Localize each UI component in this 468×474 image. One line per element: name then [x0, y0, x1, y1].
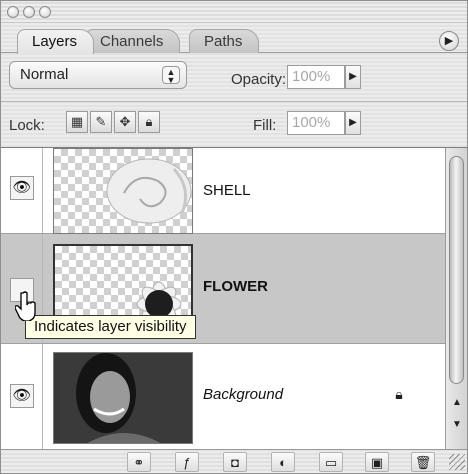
scroll-thumb[interactable]	[449, 156, 464, 384]
lock-row: Lock: ▦ ✎ ✥ 🔒︎ Fill: 100% ▶	[1, 105, 467, 145]
tab-layers[interactable]: Layers	[17, 29, 95, 54]
layer-thumbnail-background[interactable]	[53, 352, 193, 444]
layer-row-background[interactable]: 👁︎ Background 🔒︎	[1, 344, 445, 449]
portrait-image-icon	[54, 353, 192, 443]
layers-list: 👁︎ SHELL FLOWER 👁︎ Background 🔒︎	[1, 147, 445, 449]
trash-icon[interactable]: 🗑︎	[411, 452, 435, 472]
blend-mode-select[interactable]: Normal ▲ ▼	[9, 61, 187, 89]
title-bar	[1, 1, 467, 23]
layer-mask-icon[interactable]: ◘	[223, 452, 247, 472]
close-window-icon[interactable]	[7, 6, 19, 18]
scrollbar[interactable]: ▲ ▼	[445, 147, 467, 449]
tab-channels[interactable]: Channels	[85, 29, 181, 53]
tab-paths[interactable]: Paths	[189, 29, 260, 53]
new-layer-icon[interactable]: ▣	[365, 452, 389, 472]
divider	[1, 101, 467, 102]
bottom-toolbar: ⚭ ƒ ◘ ◐ ▭ ▣ 🗑︎	[1, 449, 467, 473]
tab-strip: Channels Paths Layers	[1, 23, 467, 54]
layer-thumbnail-shell[interactable]	[53, 148, 193, 234]
opacity-field[interactable]: 100%	[287, 65, 345, 89]
lock-label: Lock:	[9, 117, 45, 134]
tooltip: Indicates layer visibility	[25, 315, 196, 339]
lock-image-pixels-icon[interactable]: ✎	[90, 111, 112, 133]
link-layers-icon[interactable]: ⚭	[127, 452, 151, 472]
layer-style-icon[interactable]: ƒ	[175, 452, 199, 472]
fill-field[interactable]: 100%	[287, 111, 345, 135]
fill-label: Fill:	[253, 117, 277, 134]
visibility-cell[interactable]: 👁︎	[1, 148, 43, 233]
zoom-window-icon[interactable]	[39, 6, 51, 18]
lock-position-icon[interactable]: ✥	[114, 111, 136, 133]
layer-row-shell[interactable]: 👁︎ SHELL	[1, 148, 445, 234]
layer-name-shell[interactable]: SHELL	[203, 182, 251, 199]
layers-panel: Channels Paths Layers ▶ Normal ▲ ▼ Opacit…	[0, 0, 468, 474]
eye-icon[interactable]: 👁︎	[10, 176, 34, 200]
lock-all-icon[interactable]: 🔒︎	[138, 111, 160, 133]
scroll-down-arrow-icon[interactable]: ▼	[450, 418, 464, 432]
shell-image-icon	[106, 158, 192, 224]
layer-name-background[interactable]: Background	[203, 386, 283, 403]
visibility-cell[interactable]: 👁︎	[1, 344, 43, 449]
hand-cursor-icon	[15, 291, 36, 321]
scroll-up-arrow-icon[interactable]: ▲	[450, 396, 464, 410]
adjustment-layer-icon[interactable]: ◐	[271, 452, 295, 472]
minimize-window-icon[interactable]	[23, 6, 35, 18]
lock-icon: 🔒︎	[395, 386, 403, 402]
resize-grip-icon[interactable]	[449, 454, 465, 470]
up-down-arrows-icon: ▲ ▼	[162, 66, 180, 85]
lock-transparent-pixels-icon[interactable]: ▦	[66, 111, 88, 133]
layer-name-flower[interactable]: FLOWER	[203, 278, 268, 295]
opacity-slider-arrow-icon[interactable]: ▶	[345, 65, 361, 89]
fill-slider-arrow-icon[interactable]: ▶	[345, 111, 361, 135]
opacity-label: Opacity:	[231, 71, 287, 88]
new-group-icon[interactable]: ▭	[319, 452, 343, 472]
eye-icon[interactable]: 👁︎	[10, 384, 34, 408]
blend-mode-value: Normal	[20, 66, 69, 83]
panel-menu-icon[interactable]: ▶	[439, 31, 459, 51]
blend-row: Normal ▲ ▼ Opacity: 100% ▶	[1, 57, 467, 97]
